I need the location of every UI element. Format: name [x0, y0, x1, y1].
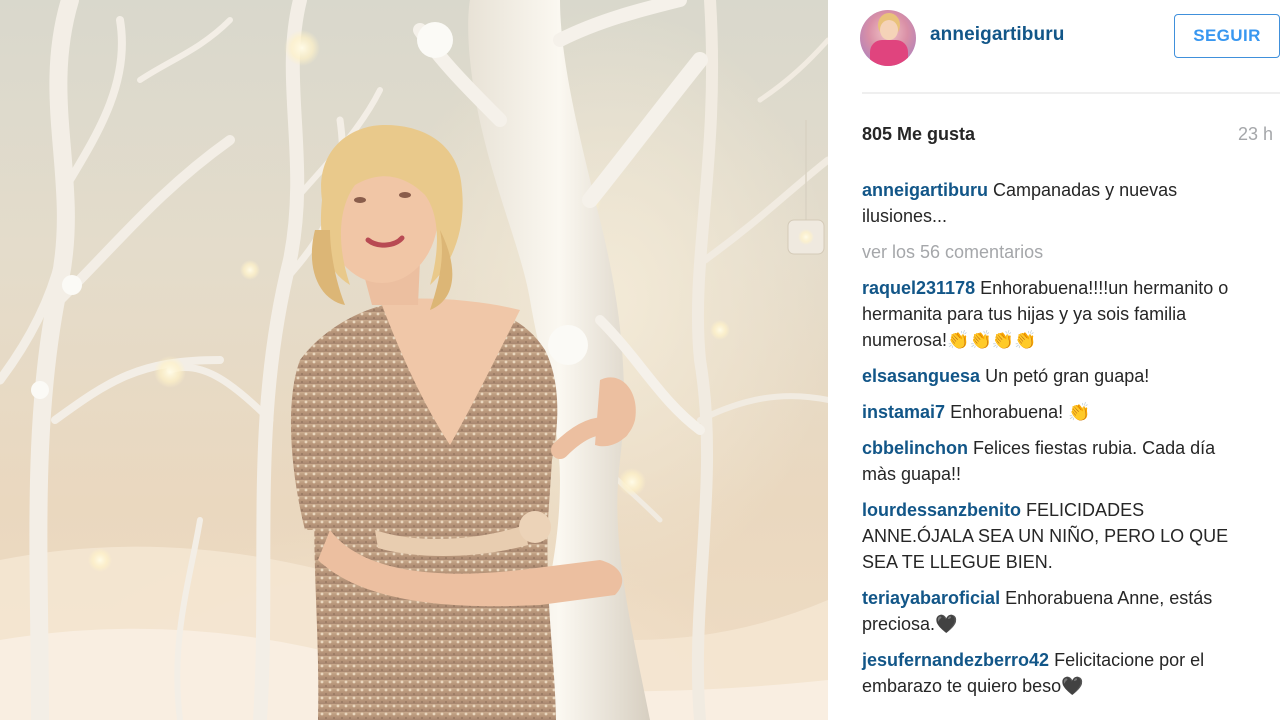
comments-section: anneigartiburu Campanadas y nuevas ilusi… [862, 177, 1238, 709]
list-item: cbbelinchon Felices fiestas rubia. Cada … [862, 435, 1238, 487]
profile-photo-icon [860, 10, 916, 66]
post-timestamp[interactable]: 23 h [1238, 124, 1273, 145]
list-item: elsasanguesa Un petó gran guapa! [862, 363, 1238, 389]
comment-username[interactable]: elsasanguesa [862, 366, 980, 386]
post-caption: anneigartiburu Campanadas y nuevas ilusi… [862, 177, 1238, 229]
instagram-post-page: anneigartiburu SEGUIR 805 Me gusta 23 h … [0, 0, 1280, 720]
photo-illustration [0, 0, 828, 720]
post-photo[interactable] [0, 0, 828, 720]
list-item: teriayabaroficial Enhorabuena Anne, está… [862, 585, 1238, 637]
comment-text: Enhorabuena! 👏 [950, 402, 1091, 422]
comment-username[interactable]: instamai7 [862, 402, 945, 422]
avatar-shirt [870, 40, 908, 66]
avatar-face [880, 20, 898, 40]
list-item: raquel231178 Enhorabuena!!!!un hermanito… [862, 275, 1238, 353]
comment-username[interactable]: raquel231178 [862, 278, 975, 298]
likes-row: 805 Me gusta 23 h [862, 124, 1280, 148]
comment-username[interactable]: jesufernandezberro42 [862, 650, 1049, 670]
view-all-comments-link[interactable]: ver los 56 comentarios [862, 239, 1238, 265]
comment-username[interactable]: cbbelinchon [862, 438, 968, 458]
comment-username[interactable]: teriayabaroficial [862, 588, 1000, 608]
list-item: jesufernandezberro42 Felicitacione por e… [862, 647, 1238, 699]
post-author-username[interactable]: anneigartiburu [930, 24, 1064, 46]
avatar[interactable] [860, 10, 918, 68]
likes-count[interactable]: 805 Me gusta [862, 124, 975, 145]
follow-button[interactable]: SEGUIR [1174, 14, 1280, 58]
list-item: instamai7 Enhorabuena! 👏 [862, 399, 1238, 425]
comment-username[interactable]: lourdessanzbenito [862, 500, 1021, 520]
header-divider [862, 92, 1280, 93]
caption-username[interactable]: anneigartiburu [862, 180, 988, 200]
list-item: lourdessanzbenito FELICIDADES ANNE.ÓJALA… [862, 497, 1238, 575]
comment-text: Un petó gran guapa! [985, 366, 1150, 386]
